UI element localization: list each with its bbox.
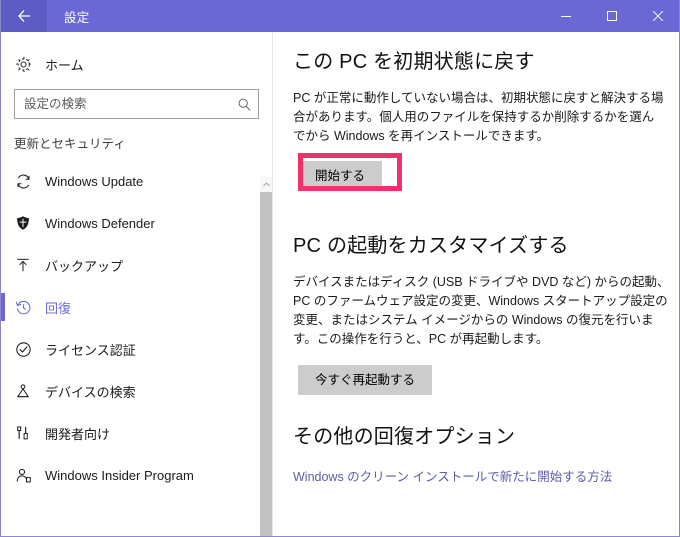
sidebar-scrollbar-thumb[interactable] — [260, 192, 272, 536]
sidebar-item-label: バックアップ — [45, 258, 124, 274]
selection-indicator — [1, 251, 5, 279]
selection-indicator — [1, 167, 5, 195]
selection-indicator — [1, 377, 5, 405]
sidebar-item-find-my-device[interactable]: デバイスの検索 — [1, 370, 256, 412]
window-controls — [543, 0, 679, 32]
sidebar-category-title: 更新とセキュリティ — [14, 137, 126, 151]
clean-install-link[interactable]: Windows のクリーン インストールで新たに開始する方法 — [293, 466, 612, 485]
upload-arrow-icon — [1, 257, 45, 273]
selection-indicator — [1, 335, 5, 363]
maximize-button[interactable] — [589, 0, 635, 32]
sidebar-item-label: Windows Insider Program — [45, 467, 194, 483]
maximize-icon — [606, 10, 618, 22]
reset-pc-section: この PC を初期状態に戻す PC が正常に動作していない場合は、初期状態に戻す… — [293, 45, 673, 191]
search-box[interactable] — [14, 89, 259, 119]
main-content: この PC を初期状態に戻す PC が正常に動作していない場合は、初期状態に戻す… — [273, 32, 679, 536]
settings-window: 設定 ホーム 設定の検索 更新とセキュリティ Windows Update Wi… — [0, 0, 680, 537]
sidebar-nav-list: Windows Update Windows Defender バックアップ 回… — [1, 160, 256, 496]
close-icon — [652, 10, 664, 22]
selection-indicator — [1, 461, 5, 489]
title-bar: 設定 — [1, 0, 679, 32]
person-insider-icon — [1, 467, 45, 484]
selection-indicator — [1, 293, 5, 321]
selection-indicator — [1, 419, 5, 447]
back-arrow-icon — [16, 8, 32, 24]
sidebar-item-windows-insider-program[interactable]: Windows Insider Program — [1, 454, 256, 496]
search-input[interactable] — [15, 97, 230, 111]
sidebar-item-backup[interactable]: バックアップ — [1, 244, 256, 286]
sidebar-item-label: 回復 — [45, 300, 72, 316]
sidebar-item-for-developers[interactable]: 開発者向け — [1, 412, 256, 454]
reset-pc-heading: この PC を初期状態に戻す — [293, 51, 535, 73]
minimize-button[interactable] — [543, 0, 589, 32]
scroll-up-arrow-icon[interactable] — [260, 178, 272, 190]
customize-startup-heading: PC の起動をカスタマイズする — [293, 235, 569, 257]
customize-startup-description: デバイスまたはディスク (USB ドライブや DVD など) からの起動、PC … — [293, 275, 670, 346]
sidebar-item-activation[interactable]: ライセンス認証 — [1, 328, 256, 370]
clock-rewind-icon — [1, 299, 45, 316]
sidebar-item-windows-update[interactable]: Windows Update — [1, 160, 256, 202]
selection-indicator — [1, 209, 5, 237]
sync-refresh-icon — [1, 173, 45, 190]
tools-icon — [1, 425, 45, 441]
get-started-button[interactable]: 開始する — [298, 161, 383, 191]
sidebar-item-label: 開発者向け — [45, 426, 111, 442]
minimize-icon — [560, 10, 572, 22]
sidebar: ホーム 更新とセキュリティ — [1, 32, 272, 536]
sidebar-item-label: Windows Update — [45, 173, 144, 189]
other-recovery-options-section: その他の回復オプション Windows のクリーン インストールで新たに開始する… — [293, 420, 678, 486]
window-title: 設定 — [64, 10, 90, 25]
sidebar-item-label: デバイスの検索 — [45, 384, 136, 400]
sidebar-item-label: Windows Defender — [45, 215, 155, 231]
reset-pc-button-wrap: 開始する — [298, 161, 673, 191]
other-recovery-options-heading: その他の回復オプション — [293, 426, 516, 448]
sidebar-item-label: ライセンス認証 — [45, 342, 136, 358]
reset-pc-description: PC が正常に動作していない場合は、初期状態に戻すと解決する場合があります。個人… — [293, 91, 664, 143]
shield-icon — [1, 215, 45, 231]
restart-button-wrap: 今すぐ再起動する — [298, 365, 678, 395]
gear-icon — [1, 56, 45, 73]
customize-startup-section: PC の起動をカスタマイズする デバイスまたはディスク (USB ドライブや D… — [293, 229, 678, 395]
sidebar-item-recovery[interactable]: 回復 — [1, 286, 256, 328]
check-circle-icon — [1, 341, 45, 358]
sidebar-item-home[interactable]: ホーム — [1, 46, 256, 82]
sidebar-item-windows-defender[interactable]: Windows Defender — [1, 202, 256, 244]
back-button[interactable] — [1, 0, 47, 32]
device-locate-icon — [1, 383, 45, 399]
restart-now-button[interactable]: 今すぐ再起動する — [298, 365, 433, 395]
search-icon[interactable] — [230, 97, 258, 112]
close-button[interactable] — [635, 0, 679, 32]
sidebar-item-home-label: ホーム — [45, 57, 84, 73]
